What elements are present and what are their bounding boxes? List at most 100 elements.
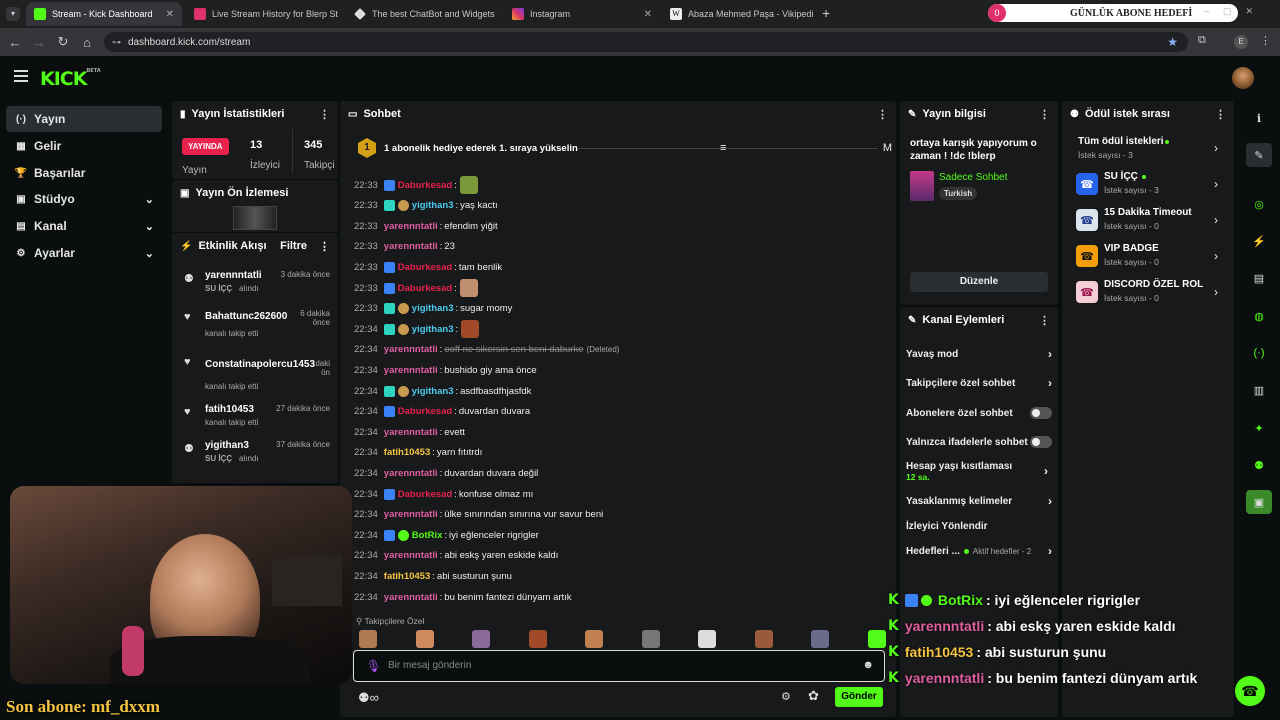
emote[interactable] bbox=[528, 630, 547, 648]
rewards-icon[interactable]: ⚉ bbox=[1246, 453, 1272, 477]
mic-icon[interactable]: 🎙 bbox=[366, 659, 381, 673]
followers-only-row[interactable]: Takipçilere özel sohbet › bbox=[906, 373, 1052, 393]
subscribers-only-row[interactable]: Abonelere özel sohbet bbox=[906, 403, 1052, 423]
emote[interactable] bbox=[415, 630, 434, 648]
message-username[interactable]: Daburkesad bbox=[398, 283, 452, 294]
kick-points-icon[interactable]: ⚉∞ bbox=[358, 690, 379, 706]
site-info-icon[interactable]: ⊶ bbox=[112, 37, 121, 48]
emote[interactable] bbox=[472, 630, 491, 648]
more-icon[interactable]: ⋮ bbox=[877, 108, 888, 121]
pinned-leaderboard[interactable]: 1 1 abonelik hediye ederek 1. sıraya yük… bbox=[358, 138, 892, 158]
more-icon[interactable]: ⋮ bbox=[1039, 314, 1050, 327]
reward-row[interactable]: ☎ SU İÇÇ İstek sayısı - 3 › bbox=[1076, 169, 1222, 201]
reward-row[interactable]: ☎ 15 Dakika Timeout İstek sayısı - 0 › bbox=[1076, 205, 1222, 237]
slow-mode-row[interactable]: Yavaş mod › bbox=[906, 344, 1052, 364]
chat-input[interactable]: 🎙 Bir mesaj gönderin ☻ bbox=[353, 650, 885, 682]
message-username[interactable]: Daburkesad bbox=[398, 180, 452, 191]
tab-search-button[interactable]: ▾ bbox=[6, 7, 20, 21]
emote[interactable] bbox=[641, 630, 660, 648]
close-icon[interactable]: ✕ bbox=[638, 9, 652, 20]
emote[interactable] bbox=[585, 630, 604, 648]
gear-icon[interactable]: ⚙ bbox=[781, 690, 791, 703]
message-username[interactable]: yarennntatli bbox=[384, 344, 438, 355]
emote[interactable] bbox=[359, 630, 377, 648]
tab-instagram[interactable]: Instagram ✕ bbox=[504, 2, 660, 26]
profile-avatar[interactable]: E bbox=[1234, 35, 1248, 49]
target-icon[interactable]: ◎ bbox=[1246, 192, 1272, 216]
message-username[interactable]: Daburkesad bbox=[398, 262, 452, 273]
emoji-icon[interactable]: ☻ bbox=[862, 659, 874, 671]
more-icon[interactable]: ⋮ bbox=[1215, 108, 1226, 121]
extensions-icon[interactable]: ⧉ bbox=[1198, 34, 1206, 47]
banned-words-row[interactable]: Yasaklanmış kelimeler › bbox=[906, 491, 1052, 511]
message-username[interactable]: yigithan3 bbox=[412, 386, 454, 397]
close-icon[interactable]: ✕ bbox=[338, 9, 344, 20]
bolt-icon[interactable]: ⚡ bbox=[1246, 229, 1272, 253]
nav-gelir[interactable]: ▦ Gelir bbox=[6, 133, 162, 159]
message-username[interactable]: yarennntatli bbox=[384, 509, 438, 520]
close-icon[interactable]: ✕ bbox=[813, 9, 818, 20]
nav-studyo[interactable]: ▣ Stüdyo ⌄ bbox=[6, 186, 162, 212]
tab-chatbot[interactable]: The best ChatBot and Widgets✕ bbox=[346, 2, 502, 26]
chat-icon[interactable]: ◍ bbox=[1246, 304, 1272, 328]
message-username[interactable]: Daburkesad bbox=[398, 489, 452, 500]
info-icon[interactable]: ℹ bbox=[1246, 106, 1272, 130]
raid-row[interactable]: İzleyici Yönlendir bbox=[906, 516, 1052, 536]
message-username[interactable]: yigithan3 bbox=[412, 303, 454, 314]
message-username[interactable]: yarennntatli bbox=[384, 550, 438, 561]
message-username[interactable]: yigithan3 bbox=[412, 200, 454, 211]
more-icon[interactable]: ⋮ bbox=[319, 108, 330, 121]
app-icon[interactable]: ▣ bbox=[1246, 490, 1272, 514]
edit-icon[interactable]: ✎ bbox=[1246, 143, 1272, 167]
reload-icon[interactable]: ↻ bbox=[54, 34, 72, 50]
bookmark-star-icon[interactable]: ★ bbox=[1167, 35, 1178, 49]
home-icon[interactable]: ⌂ bbox=[78, 35, 96, 50]
message-username[interactable]: fatih10453 bbox=[384, 571, 430, 582]
tab-blerp[interactable]: Live Stream History for Blerp St✕ bbox=[186, 2, 344, 26]
kick-logo[interactable]: KICKBETA bbox=[40, 68, 101, 90]
notes-icon[interactable]: ▤ bbox=[1246, 266, 1272, 290]
menu-icon[interactable]: ⋮ bbox=[1260, 34, 1271, 47]
subscribers-only-toggle[interactable] bbox=[1030, 407, 1052, 419]
tab-kick-dashboard[interactable]: Stream - Kick Dashboard ✕ bbox=[26, 2, 182, 26]
message-username[interactable]: yarennntatli bbox=[384, 427, 438, 438]
broadcast-icon[interactable]: (·) bbox=[1246, 341, 1272, 365]
more-icon[interactable]: ⋮ bbox=[1039, 108, 1050, 121]
send-button[interactable]: Gönder bbox=[835, 687, 883, 707]
support-button[interactable]: ☎ bbox=[1235, 676, 1265, 706]
message-username[interactable]: yarennntatli bbox=[384, 241, 438, 252]
edit-stream-button[interactable]: Düzenle bbox=[910, 272, 1048, 292]
filter-icon[interactable]: ≡ bbox=[720, 142, 726, 154]
forward-icon[interactable]: → bbox=[30, 35, 48, 50]
reward-row[interactable]: ☎ DISCORD ÖZEL ROL İstek sayısı - 0 › bbox=[1076, 277, 1222, 309]
message-username[interactable]: Daburkesad bbox=[398, 406, 452, 417]
tab-wikipedia[interactable]: WAbaza Mehmed Paşa - Vikipedi✕ bbox=[662, 2, 818, 26]
message-username[interactable]: yarennntatli bbox=[384, 592, 438, 603]
url-field[interactable]: ⊶ dashboard.kick.com/stream ★ bbox=[104, 32, 1188, 52]
account-age-row[interactable]: Hesap yaşı kısıtlaması 12 sa. › bbox=[906, 460, 1052, 486]
emote[interactable] bbox=[811, 630, 830, 648]
message-username[interactable]: BotRix bbox=[412, 530, 443, 541]
emotes-only-row[interactable]: Yalnızca ifadelerle sohbet bbox=[906, 432, 1052, 452]
reward-row[interactable]: ☎ VIP BADGE İstek sayısı - 0 › bbox=[1076, 241, 1222, 273]
category-name[interactable]: Sadece Sohbet bbox=[939, 172, 1007, 183]
preview-thumbnail[interactable] bbox=[233, 206, 277, 230]
emote[interactable] bbox=[867, 630, 886, 648]
all-rewards-row[interactable]: Tüm ödül istekleri İstek sayısı - 3 › bbox=[1076, 133, 1222, 165]
layout-icon[interactable]: ▥ bbox=[1246, 378, 1272, 402]
message-username[interactable]: yarennntatli bbox=[384, 365, 438, 376]
nav-basarilar[interactable]: 🏆 Başarılar bbox=[6, 160, 162, 186]
wrench-icon[interactable]: ✦ bbox=[1246, 416, 1272, 440]
emote[interactable] bbox=[698, 630, 717, 648]
nav-kanal[interactable]: ▤ Kanal ⌄ bbox=[6, 213, 162, 239]
more-icon[interactable]: ⋮ bbox=[319, 240, 330, 253]
hamburger-menu-icon[interactable] bbox=[14, 70, 28, 82]
message-username[interactable]: yigithan3 bbox=[412, 324, 454, 335]
user-avatar[interactable] bbox=[1232, 67, 1254, 89]
message-username[interactable]: fatih10453 bbox=[384, 447, 430, 458]
gift-icon[interactable]: ✿ bbox=[808, 688, 819, 704]
back-icon[interactable]: ← bbox=[6, 35, 24, 50]
close-icon[interactable]: ✕ bbox=[495, 9, 502, 20]
emotes-only-toggle[interactable] bbox=[1030, 436, 1052, 448]
message-username[interactable]: yarennntatli bbox=[384, 221, 438, 232]
